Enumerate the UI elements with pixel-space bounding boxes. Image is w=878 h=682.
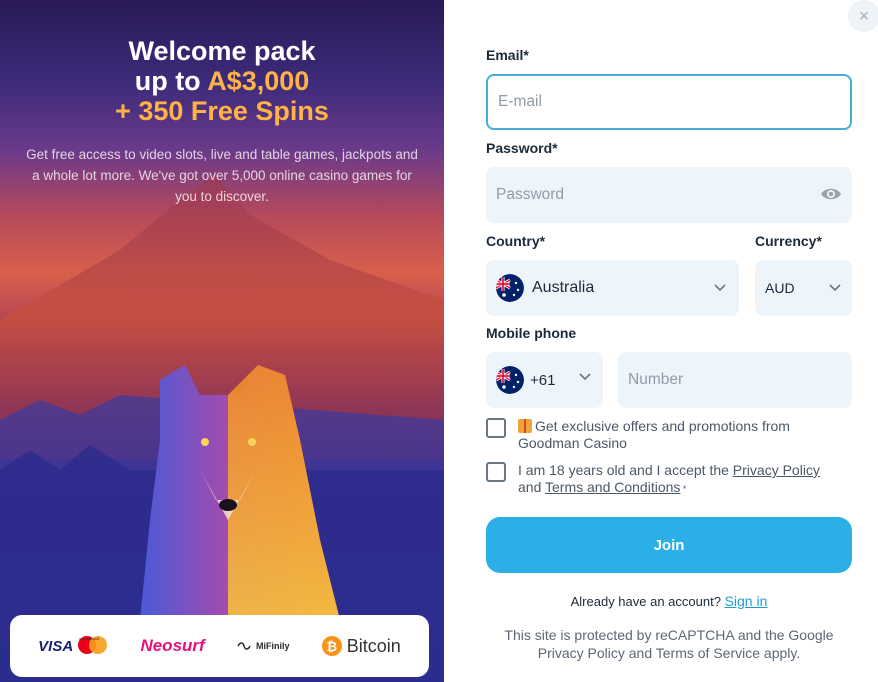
- promo-title: Welcome pack up to A$3,000 + 350 Free Sp…: [0, 36, 444, 126]
- neosurf-logo: Neosurf: [140, 636, 205, 655]
- phone-code-value: +61: [530, 371, 556, 389]
- payment-methods-bar: VISA mastercard Neosurf MiFinily ₿ Bitco…: [10, 615, 429, 677]
- email-field[interactable]: [486, 74, 852, 130]
- australia-flag-icon: [496, 366, 524, 394]
- privacy-policy-link[interactable]: Privacy Policy: [733, 462, 820, 478]
- join-button[interactable]: Join: [486, 517, 852, 573]
- chevron-down-icon: [714, 284, 726, 292]
- terms-checkbox-label: I am 18 years old and I accept the Priva…: [518, 462, 820, 495]
- phone-number-input[interactable]: [628, 371, 842, 389]
- terms-link[interactable]: Terms and Conditions: [545, 479, 680, 495]
- email-input[interactable]: [498, 93, 840, 111]
- currency-select[interactable]: AUD: [755, 260, 852, 316]
- offers-checkbox-label[interactable]: Get exclusive offers and promotions from…: [518, 418, 838, 452]
- bitcoin-logo: ₿ Bitcoin: [321, 636, 401, 657]
- promo-title-prefix: up to: [134, 66, 208, 96]
- sign-in-link[interactable]: Sign in: [725, 593, 768, 609]
- gift-icon: [518, 419, 532, 433]
- mifinity-icon: [237, 642, 251, 650]
- promo-title-line2: up to A$3,000: [0, 66, 444, 96]
- mobile-phone-label: Mobile phone: [486, 325, 577, 341]
- phone-code-select[interactable]: +61: [486, 352, 603, 408]
- australia-flag-icon: [496, 274, 524, 302]
- currency-label: Currency*: [755, 233, 822, 249]
- mastercard-icon: mastercard: [78, 636, 108, 656]
- sign-in-prompt: Already have an account? Sign in: [570, 593, 768, 609]
- password-label: Password*: [486, 140, 558, 156]
- bitcoin-icon: ₿: [321, 636, 342, 656]
- recaptcha-notice: This site is protected by reCAPTCHA and …: [504, 627, 834, 661]
- country-select[interactable]: Australia: [486, 260, 739, 316]
- promo-bonus-amount: A$3,000: [207, 66, 310, 96]
- signup-modal: Welcome pack up to A$3,000 + 350 Free Sp…: [0, 0, 878, 682]
- chevron-down-icon: [579, 373, 591, 381]
- country-label: Country*: [486, 233, 546, 249]
- offers-checkbox[interactable]: [486, 418, 506, 438]
- promo-panel: Welcome pack up to A$3,000 + 350 Free Sp…: [0, 0, 444, 682]
- terms-checkbox[interactable]: [486, 462, 506, 482]
- show-password-eye-icon[interactable]: [820, 186, 842, 202]
- email-label: Email*: [486, 47, 529, 63]
- country-value: Australia: [532, 279, 595, 296]
- promo-free-spins: + 350 Free Spins: [115, 96, 329, 126]
- promo-title-line1: Welcome pack: [128, 36, 316, 66]
- promo-description: Get free access to video slots, live and…: [26, 147, 418, 204]
- password-field[interactable]: [486, 167, 852, 223]
- chevron-down-icon: [829, 284, 841, 292]
- currency-value: AUD: [765, 280, 795, 296]
- visa-mastercard-logo: VISA mastercard: [38, 636, 108, 656]
- mifinity-logo: MiFinily: [237, 641, 289, 651]
- visa-logo: VISA: [38, 637, 74, 655]
- password-input[interactable]: [496, 186, 842, 204]
- phone-number-field[interactable]: [618, 352, 852, 408]
- close-icon[interactable]: ×: [848, 0, 878, 32]
